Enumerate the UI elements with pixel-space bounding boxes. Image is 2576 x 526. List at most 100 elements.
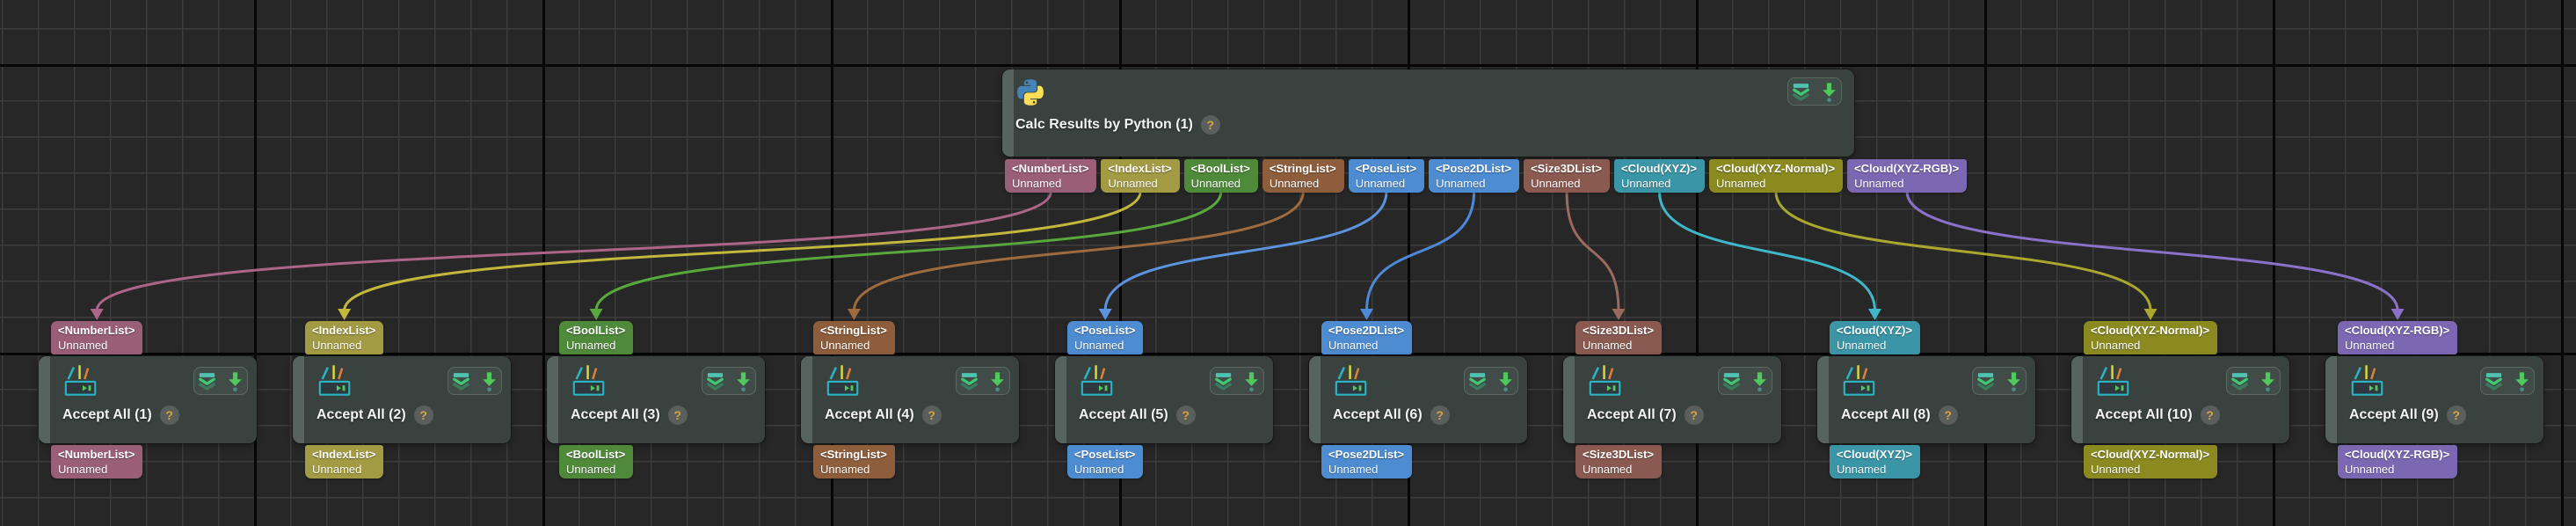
output-port-3[interactable]: <StringList> Unnamed bbox=[1263, 159, 1344, 193]
output-port[interactable]: <Cloud(XYZ)> Unnamed bbox=[1830, 445, 1920, 479]
collapse-chevrons-icon[interactable] bbox=[450, 370, 472, 392]
node-group-accept-all-7: <Cloud(XYZ)> Unnamed Accept All (8) ? bbox=[1817, 321, 2035, 479]
input-port[interactable]: <NumberList> Unnamed bbox=[51, 321, 142, 354]
help-icon[interactable]: ? bbox=[1176, 405, 1196, 425]
wire-0[interactable] bbox=[97, 192, 1051, 310]
collapse-chevrons-icon[interactable] bbox=[196, 370, 218, 392]
port-name-label: Unnamed bbox=[1012, 177, 1088, 190]
node-accept-all-5[interactable]: Accept All (6) ? bbox=[1309, 356, 1527, 443]
node-toolbar bbox=[193, 367, 248, 395]
download-arrow-icon[interactable] bbox=[2511, 370, 2533, 392]
node-toolbar bbox=[1787, 77, 1842, 106]
output-port[interactable]: <Size3DList> Unnamed bbox=[1575, 445, 1662, 479]
port-type-label: <NumberList> bbox=[1012, 161, 1088, 177]
wire-8[interactable] bbox=[1776, 192, 2150, 310]
wire-6[interactable] bbox=[1567, 192, 1619, 310]
download-arrow-icon[interactable] bbox=[1241, 370, 1263, 392]
help-icon[interactable]: ? bbox=[414, 405, 433, 425]
output-port-5[interactable]: <Pose2DList> Unnamed bbox=[1429, 159, 1519, 193]
collapse-chevrons-icon[interactable] bbox=[2229, 370, 2251, 392]
help-icon[interactable]: ? bbox=[1939, 405, 1958, 425]
input-port[interactable]: <BoolList> Unnamed bbox=[559, 321, 633, 354]
download-arrow-icon[interactable] bbox=[732, 370, 754, 392]
node-accept-all-6[interactable]: Accept All (7) ? bbox=[1563, 356, 1781, 443]
wire-arrowhead bbox=[91, 309, 104, 320]
collapse-chevrons-icon[interactable] bbox=[1790, 81, 1812, 103]
port-type-label: <BoolList> bbox=[1191, 161, 1250, 177]
output-port-9[interactable]: <Cloud(XYZ-RGB)> Unnamed bbox=[1847, 159, 1967, 193]
collapse-chevrons-icon[interactable] bbox=[704, 370, 726, 392]
output-port[interactable]: <Cloud(XYZ-RGB)> Unnamed bbox=[2338, 445, 2457, 479]
input-port[interactable]: <Size3DList> Unnamed bbox=[1575, 321, 1662, 354]
node-accept-all-1[interactable]: Accept All (2) ? bbox=[293, 356, 511, 443]
output-port[interactable]: <Pose2DList> Unnamed bbox=[1321, 445, 1412, 479]
help-icon[interactable]: ? bbox=[160, 405, 179, 425]
download-arrow-icon[interactable] bbox=[1818, 81, 1840, 103]
node-accept-all-0[interactable]: Accept All (1) ? bbox=[39, 356, 257, 443]
node-calc-results-by-python[interactable]: Calc Results by Python (1) ? bbox=[1002, 69, 1854, 157]
help-icon[interactable]: ? bbox=[2447, 405, 2466, 425]
download-arrow-icon[interactable] bbox=[986, 370, 1008, 392]
output-port-7[interactable]: <Cloud(XYZ)> Unnamed bbox=[1614, 159, 1705, 193]
node-accept-all-2[interactable]: Accept All (3) ? bbox=[547, 356, 765, 443]
node-title-row: Accept All (4) ? bbox=[825, 405, 942, 425]
help-icon[interactable]: ? bbox=[1201, 115, 1220, 135]
help-icon[interactable]: ? bbox=[2201, 405, 2220, 425]
collapse-chevrons-icon[interactable] bbox=[1466, 370, 1488, 392]
output-port[interactable]: <BoolList> Unnamed bbox=[559, 445, 633, 479]
output-port-1[interactable]: <IndexList> Unnamed bbox=[1101, 159, 1179, 193]
output-port-4[interactable]: <PoseList> Unnamed bbox=[1349, 159, 1424, 193]
collapse-chevrons-icon[interactable] bbox=[2483, 370, 2505, 392]
download-arrow-icon[interactable] bbox=[224, 370, 246, 392]
node-accept-all-8[interactable]: Accept All (10) ? bbox=[2071, 356, 2289, 443]
download-arrow-icon[interactable] bbox=[2257, 370, 2279, 392]
output-port[interactable]: <IndexList> Unnamed bbox=[305, 445, 383, 479]
help-icon[interactable]: ? bbox=[1430, 405, 1450, 425]
input-port[interactable]: <Cloud(XYZ-Normal)> Unnamed bbox=[2084, 321, 2217, 354]
input-port[interactable]: <Cloud(XYZ-RGB)> Unnamed bbox=[2338, 321, 2457, 354]
input-port[interactable]: <StringList> Unnamed bbox=[813, 321, 895, 354]
wire-5[interactable] bbox=[1367, 192, 1474, 310]
download-arrow-icon[interactable] bbox=[478, 370, 500, 392]
node-accept-all-7[interactable]: Accept All (8) ? bbox=[1817, 356, 2035, 443]
node-toolbar bbox=[2226, 367, 2281, 395]
output-port[interactable]: <PoseList> Unnamed bbox=[1067, 445, 1143, 479]
input-port[interactable]: <Cloud(XYZ)> Unnamed bbox=[1830, 321, 1920, 354]
collapse-chevrons-icon[interactable] bbox=[958, 370, 980, 392]
output-port[interactable]: <StringList> Unnamed bbox=[813, 445, 895, 479]
port-name-label: Unnamed bbox=[58, 339, 135, 352]
node-title: Accept All (8) bbox=[1841, 407, 1931, 423]
download-arrow-icon[interactable] bbox=[1495, 370, 1517, 392]
wire-4[interactable] bbox=[1105, 192, 1386, 310]
collapse-chevrons-icon[interactable] bbox=[1975, 370, 1997, 392]
collapse-chevrons-icon[interactable] bbox=[1212, 370, 1234, 392]
output-port-2[interactable]: <BoolList> Unnamed bbox=[1184, 159, 1258, 193]
output-port-0[interactable]: <NumberList> Unnamed bbox=[1005, 159, 1096, 193]
help-icon[interactable]: ? bbox=[668, 405, 688, 425]
wire-1[interactable] bbox=[345, 192, 1140, 310]
output-port-8[interactable]: <Cloud(XYZ-Normal)> Unnamed bbox=[1709, 159, 1843, 193]
node-accept-all-3[interactable]: Accept All (4) ? bbox=[801, 356, 1019, 443]
output-port[interactable]: <Cloud(XYZ-Normal)> Unnamed bbox=[2084, 445, 2217, 479]
node-title-row: Calc Results by Python (1) ? bbox=[1015, 115, 1220, 135]
output-port[interactable]: <NumberList> Unnamed bbox=[51, 445, 142, 479]
help-icon[interactable]: ? bbox=[1685, 405, 1704, 425]
node-toolbar bbox=[1210, 367, 1264, 395]
wire-2[interactable] bbox=[596, 192, 1221, 310]
node-title: Accept All (10) bbox=[2095, 407, 2193, 423]
node-editor-canvas[interactable]: Calc Results by Python (1) ? <NumberList… bbox=[0, 0, 2576, 526]
output-port-6[interactable]: <Size3DList> Unnamed bbox=[1524, 159, 1610, 193]
input-port[interactable]: <IndexList> Unnamed bbox=[305, 321, 383, 354]
node-accept-all-9[interactable]: Accept All (9) ? bbox=[2325, 356, 2543, 443]
wire-9[interactable] bbox=[1907, 192, 2398, 310]
wire-3[interactable] bbox=[854, 192, 1303, 310]
collapse-chevrons-icon[interactable] bbox=[1721, 370, 1743, 392]
download-arrow-icon[interactable] bbox=[1749, 370, 1771, 392]
download-arrow-icon[interactable] bbox=[2003, 370, 2025, 392]
node-accept-all-4[interactable]: Accept All (5) ? bbox=[1055, 356, 1273, 443]
input-port[interactable]: <PoseList> Unnamed bbox=[1067, 321, 1143, 354]
help-icon[interactable]: ? bbox=[922, 405, 942, 425]
port-name-label: Unnamed bbox=[2345, 339, 2449, 352]
wire-7[interactable] bbox=[1660, 192, 1875, 310]
input-port[interactable]: <Pose2DList> Unnamed bbox=[1321, 321, 1412, 354]
